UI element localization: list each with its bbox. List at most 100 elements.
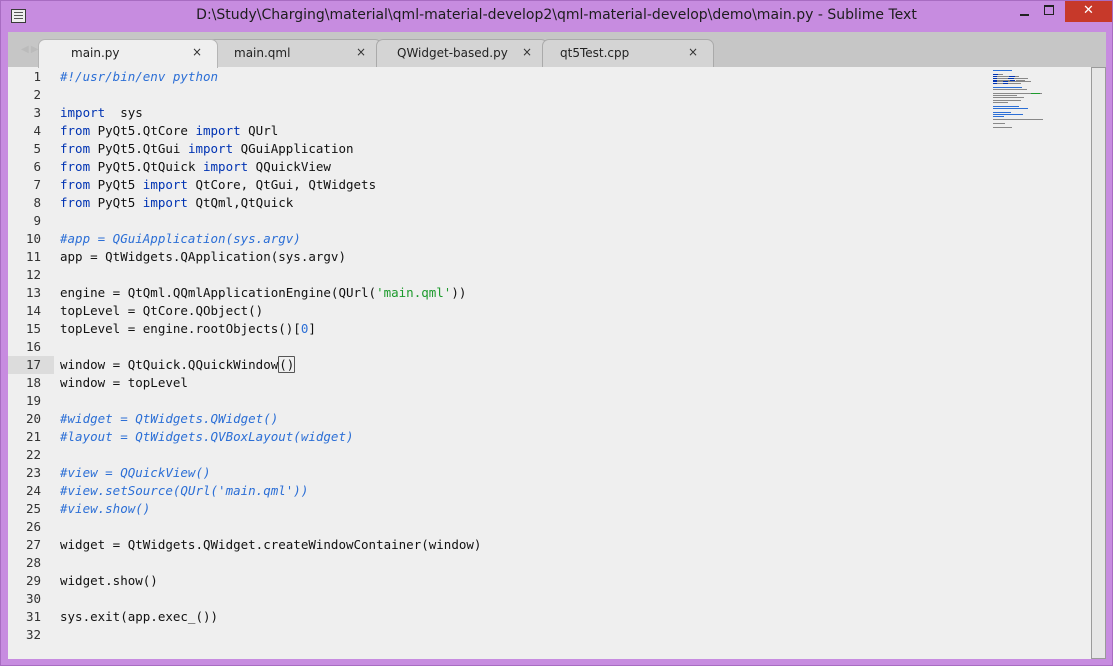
code-line: #widget = QtWidgets.QWidget() xyxy=(60,410,278,428)
code-line: import sys xyxy=(60,104,143,122)
code-token: () xyxy=(278,356,296,373)
minimize-button[interactable] xyxy=(1011,1,1038,22)
code-line: from PyQt5.QtQuick import QQuickView xyxy=(60,158,331,176)
code-token: import xyxy=(142,177,188,192)
line-number: 1 xyxy=(33,69,41,84)
code-token: import xyxy=(195,123,241,138)
line-number: 20 xyxy=(25,411,41,426)
code-token: from xyxy=(60,141,91,156)
code-token: ] xyxy=(308,321,316,336)
minimap-stroke xyxy=(993,106,1020,108)
code-token: #widget = QtWidgets.QWidget() xyxy=(60,411,279,426)
code-token: PyQt5 xyxy=(90,195,143,210)
tab-close-icon[interactable]: × xyxy=(356,45,366,59)
code-token: QGuiApplication xyxy=(233,141,354,156)
line-number: 21 xyxy=(25,429,41,444)
minimap-stroke xyxy=(1008,81,1031,83)
line-number: 24 xyxy=(25,483,41,498)
code-token: #app = QGuiApplication(sys.argv) xyxy=(60,231,301,246)
code-line: sys.exit(app.exec_()) xyxy=(60,608,218,626)
minimap-stroke xyxy=(993,92,1031,94)
code-token: from xyxy=(60,123,91,138)
vertical-scrollbar[interactable] xyxy=(1091,67,1106,659)
line-number: 2 xyxy=(33,87,41,102)
line-number: 28 xyxy=(25,555,41,570)
code-token: import xyxy=(203,159,249,174)
code-token: widget = QtWidgets.QWidget.createWindowC… xyxy=(60,537,482,552)
line-number: 18 xyxy=(25,375,41,390)
scrollbar-thumb[interactable] xyxy=(1091,67,1106,659)
code-line: #layout = QtWidgets.QVBoxLayout(widget) xyxy=(60,428,354,446)
line-number: 9 xyxy=(33,213,41,228)
code-token: QtQml,QtQuick xyxy=(187,195,294,210)
line-number: 16 xyxy=(25,339,41,354)
code-editor[interactable]: 1 2 3 4 5 6 7 8 9 10 11 12 13 14 15 16 17 18 19 20 21 22 23 24 2… xyxy=(8,67,1106,659)
tab-label: main.qml xyxy=(234,46,291,60)
minimap-stroke xyxy=(993,94,1018,96)
minimap-stroke xyxy=(1014,75,1020,77)
tab-bar: ◀▶ main.py × main.qml × QWidget-based.py… xyxy=(8,32,1106,68)
code-line: from PyQt5.QtGui import QGuiApplication xyxy=(60,140,354,158)
code-line: #view.show() xyxy=(60,500,150,518)
minimap-stroke xyxy=(993,70,1012,71)
code-token: #view = QQuickView() xyxy=(60,465,211,480)
minimap-stroke xyxy=(993,100,1020,102)
minimap-stroke xyxy=(996,75,1010,77)
code-token: window = topLevel xyxy=(60,375,188,390)
code-token: topLevel = engine.rootObjects()[ xyxy=(60,321,301,336)
code-token: QtCore, QtGui, QtWidgets xyxy=(187,177,377,192)
line-number: 6 xyxy=(33,159,41,174)
line-number: 27 xyxy=(25,537,41,552)
code-token: window = QtQuick.QQuickWindow xyxy=(60,357,279,372)
code-token: #!/usr/bin/env python xyxy=(60,69,219,84)
tab-qwidget-based-py[interactable]: QWidget-based.py × xyxy=(376,39,548,67)
minimap-stroke xyxy=(993,115,1004,117)
code-token: from xyxy=(60,159,91,174)
minimap-stroke xyxy=(993,102,1009,104)
minimap-stroke xyxy=(1019,100,1021,102)
code-line: widget.show() xyxy=(60,572,158,590)
code-token: import xyxy=(187,141,234,156)
tab-qt5test-cpp[interactable]: qt5Test.cpp × xyxy=(542,39,714,67)
editor-frame: ◀▶ main.py × main.qml × QWidget-based.py… xyxy=(8,32,1106,659)
code-token: engine = QtQml.QQmlApplicationEngine(QUr… xyxy=(60,285,377,300)
minimap[interactable] xyxy=(983,70,1044,130)
tab-main-py[interactable]: main.py × xyxy=(38,39,218,68)
line-number: 26 xyxy=(25,519,41,534)
minimap-stroke xyxy=(998,73,1003,75)
minimap-stroke xyxy=(1015,79,1026,81)
code-token: sys.exit(app.exec_()) xyxy=(60,609,219,624)
line-number: 31 xyxy=(25,609,41,624)
code-line: #!/usr/bin/env python xyxy=(60,68,218,86)
code-token: widget.show() xyxy=(60,573,158,588)
code-token: #view.show() xyxy=(60,501,151,516)
tab-label: main.py xyxy=(71,46,120,60)
code-token: PyQt5.QtQuick xyxy=(90,159,203,174)
line-number: 14 xyxy=(25,303,41,318)
minimap-stroke xyxy=(993,108,1029,109)
code-token: from xyxy=(60,195,91,210)
title-bar[interactable]: D:\Study\Charging\material\qml-material-… xyxy=(1,1,1112,32)
minimap-stroke xyxy=(996,77,1009,79)
code-token: import xyxy=(142,195,188,210)
maximize-button[interactable] xyxy=(1036,1,1063,22)
tab-label: QWidget-based.py xyxy=(397,46,508,60)
code-token: PyQt5.QtGui xyxy=(90,141,188,156)
code-line: #app = QGuiApplication(sys.argv) xyxy=(60,230,301,248)
code-line: widget = QtWidgets.QWidget.createWindowC… xyxy=(60,536,481,554)
minimap-stroke xyxy=(993,119,1044,121)
line-number: 30 xyxy=(25,591,41,606)
close-button[interactable]: ✕ xyxy=(1065,1,1112,22)
minimap-stroke xyxy=(1013,77,1029,79)
tab-main-qml[interactable]: main.qml × xyxy=(207,39,382,67)
minimap-stroke xyxy=(1030,92,1040,94)
line-number-gutter[interactable]: 1 2 3 4 5 6 7 8 9 10 11 12 13 14 15 16 17 18 19 20 21 22 23 24 2… xyxy=(8,67,54,659)
code-token: app = QtWidgets.QApplication(sys.argv) xyxy=(60,249,346,264)
line-number: 7 xyxy=(33,177,41,192)
minimap-stroke xyxy=(993,89,1028,90)
line-number: 10 xyxy=(25,231,41,246)
tab-close-icon[interactable]: × xyxy=(522,45,532,59)
tab-close-icon[interactable]: × xyxy=(192,45,202,59)
code-line: from PyQt5 import QtQml,QtQuick xyxy=(60,194,293,212)
tab-close-icon[interactable]: × xyxy=(688,45,698,59)
